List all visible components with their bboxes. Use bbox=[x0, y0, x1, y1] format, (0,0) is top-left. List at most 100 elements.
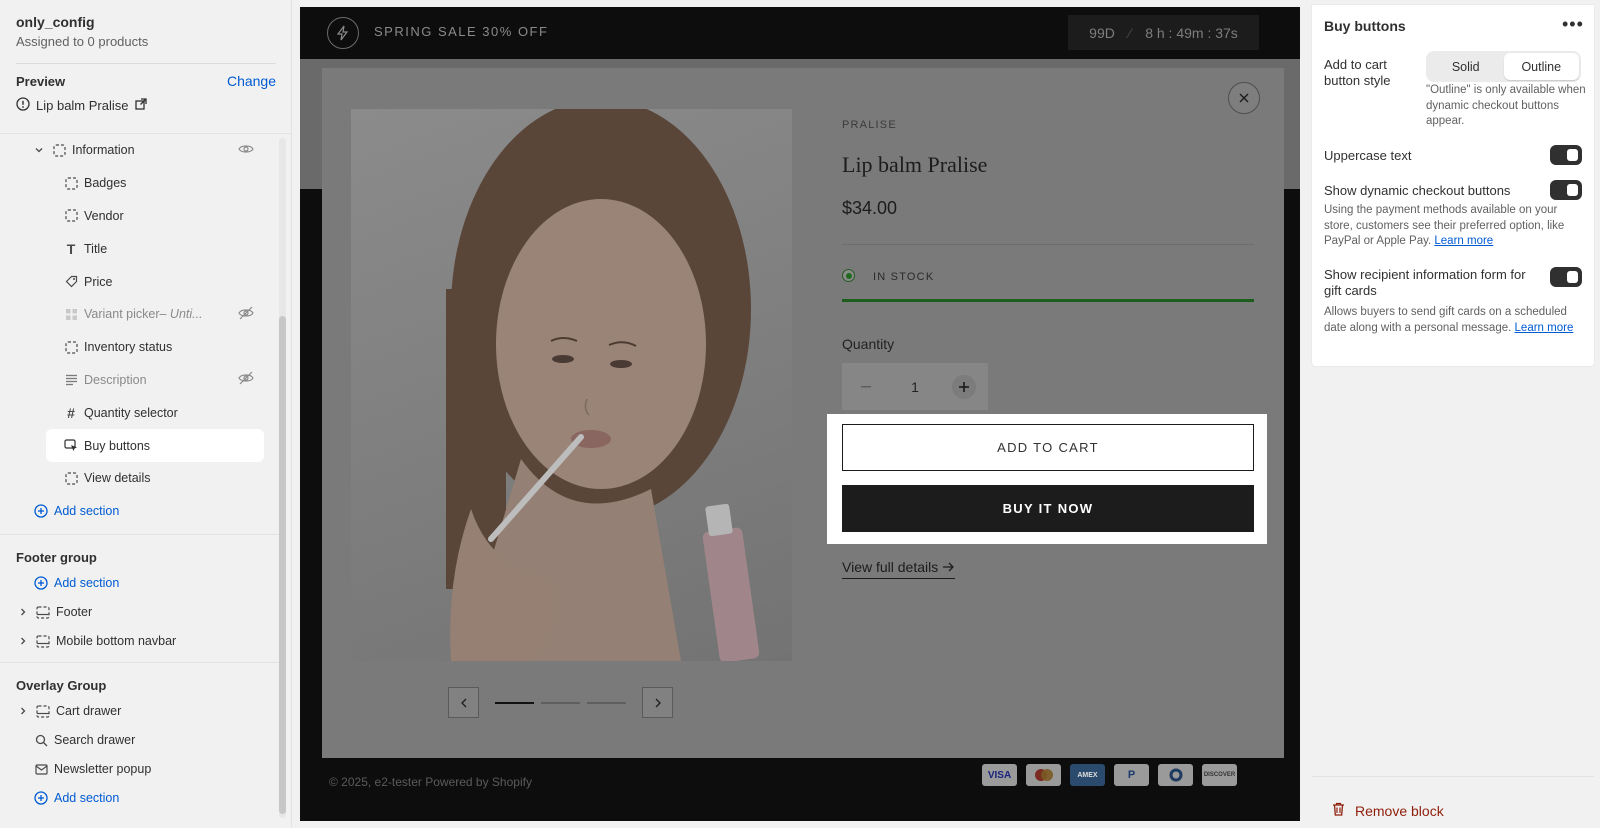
visa-icon: VISA bbox=[982, 764, 1017, 786]
plus-circle-icon bbox=[34, 791, 48, 805]
tree-item-mobile-navbar[interactable]: Mobile bottom navbar bbox=[0, 627, 280, 656]
slider-dot-3[interactable] bbox=[587, 702, 626, 704]
tree-item-variant-picker[interactable]: Variant picker – Unti... bbox=[0, 298, 280, 331]
tree-item-label: Quantity selector bbox=[84, 405, 178, 420]
settings-card: Buy buttons ••• Add to cart button style… bbox=[1312, 5, 1594, 366]
dynamic-checkout-label: Show dynamic checkout buttons bbox=[1324, 183, 1511, 198]
chevron-right-icon[interactable] bbox=[16, 605, 30, 619]
plus-circle-icon bbox=[34, 576, 48, 590]
tree-item-label: Description bbox=[84, 372, 147, 387]
slider-dot-2[interactable] bbox=[541, 702, 580, 704]
divider bbox=[16, 63, 276, 64]
button-style-segmented: Solid Outline bbox=[1426, 51, 1581, 82]
change-preview-link[interactable]: Change bbox=[227, 73, 276, 89]
paypal-icon: P bbox=[1114, 764, 1149, 786]
add-to-cart-button[interactable]: ADD TO CART bbox=[842, 424, 1254, 471]
block-icon bbox=[64, 471, 78, 485]
product-image[interactable] bbox=[351, 109, 792, 661]
config-name: only_config bbox=[16, 14, 95, 30]
add-section-label: Add section bbox=[54, 576, 120, 591]
tree-item-information[interactable]: Information bbox=[0, 134, 280, 167]
eye-icon[interactable] bbox=[238, 143, 254, 158]
product-price: $34.00 bbox=[842, 198, 898, 218]
tree-item-inventory[interactable]: Inventory status bbox=[0, 331, 280, 364]
remove-block-button[interactable]: Remove block bbox=[1332, 802, 1444, 819]
chevron-down-icon[interactable] bbox=[32, 143, 46, 157]
tree-item-label: Buy buttons bbox=[84, 438, 151, 453]
slider-next-button[interactable] bbox=[642, 687, 673, 718]
tree-item-badges[interactable]: Badges bbox=[0, 167, 280, 200]
preview-product[interactable]: Lip balm Pralise bbox=[16, 97, 275, 114]
eye-slash-icon[interactable] bbox=[238, 306, 254, 323]
tree-item-search-drawer[interactable]: Search drawer bbox=[0, 726, 280, 755]
button-style-label: Add to cart button style bbox=[1324, 57, 1391, 88]
hash-icon: # bbox=[67, 404, 75, 421]
block-icon bbox=[64, 340, 78, 354]
announcement-bar: SPRING SALE 30% OFF 99D ⁄ 8 h : 49m : 37… bbox=[300, 7, 1300, 59]
tree-item-cart-drawer[interactable]: Cart drawer bbox=[0, 697, 280, 726]
footer-add-section-button[interactable]: Add section bbox=[0, 569, 280, 598]
eye-slash-icon[interactable] bbox=[238, 371, 254, 388]
sidebar-scrollbar[interactable] bbox=[279, 138, 286, 818]
section-tree: Information Badges Vendor T Title Price … bbox=[0, 134, 280, 813]
learn-more-link[interactable]: Learn more bbox=[1515, 322, 1574, 334]
paragraph-icon bbox=[64, 373, 78, 387]
tree-item-title[interactable]: T Title bbox=[0, 232, 280, 265]
learn-more-link[interactable]: Learn more bbox=[1434, 235, 1493, 247]
chevron-right-icon[interactable] bbox=[16, 704, 30, 718]
countdown-days: 99D bbox=[1089, 24, 1115, 41]
close-icon[interactable] bbox=[1228, 82, 1260, 114]
dynamic-checkout-toggle[interactable] bbox=[1550, 180, 1582, 200]
footer-group-title: Footer group bbox=[16, 549, 97, 565]
tree-item-vendor[interactable]: Vendor bbox=[0, 200, 280, 233]
slider-dot-1[interactable] bbox=[495, 702, 534, 704]
recipient-form-toggle[interactable] bbox=[1550, 267, 1582, 287]
lightning-icon bbox=[327, 17, 359, 49]
chevron-right-icon[interactable] bbox=[16, 634, 30, 648]
countdown-divider: ⁄ bbox=[1128, 24, 1132, 41]
overlay-add-section-button[interactable]: Add section bbox=[0, 784, 280, 813]
view-full-details-link[interactable]: View full details bbox=[842, 559, 956, 579]
preview-label: Preview bbox=[16, 73, 66, 89]
tree-item-label: Price bbox=[84, 274, 113, 289]
tree-item-label: Badges bbox=[84, 176, 127, 191]
plus-circle-icon bbox=[34, 504, 48, 518]
diners-icon bbox=[1158, 764, 1193, 786]
scrollbar-thumb[interactable] bbox=[279, 316, 286, 814]
left-sidebar: only_config Assigned to 0 products Previ… bbox=[0, 0, 292, 828]
quantity-value[interactable]: 1 bbox=[911, 379, 919, 395]
decrease-quantity-button[interactable] bbox=[854, 375, 878, 399]
stock-level-bar bbox=[842, 299, 1254, 302]
slider-prev-button[interactable] bbox=[448, 687, 479, 718]
buy-it-now-button[interactable]: BUY IT NOW bbox=[842, 485, 1254, 532]
mastercard-icon bbox=[1026, 764, 1061, 786]
style-option-outline[interactable]: Outline bbox=[1503, 53, 1579, 80]
tree-item-view-details[interactable]: View details bbox=[0, 462, 280, 495]
price-tag-icon bbox=[64, 275, 78, 289]
quantity-label: Quantity bbox=[842, 336, 895, 352]
add-section-label: Add section bbox=[54, 791, 120, 806]
discover-icon: DISCOVER bbox=[1202, 764, 1237, 786]
tree-item-label: Mobile bottom navbar bbox=[56, 634, 177, 649]
tree-item-quantity[interactable]: # Quantity selector bbox=[0, 396, 280, 429]
style-option-solid[interactable]: Solid bbox=[1428, 53, 1504, 80]
stock-status: IN STOCK bbox=[873, 271, 935, 283]
uppercase-toggle[interactable] bbox=[1550, 145, 1582, 165]
amex-icon: AMEX bbox=[1070, 764, 1105, 786]
tree-item-price[interactable]: Price bbox=[0, 265, 280, 298]
divider bbox=[842, 244, 1254, 245]
increase-quantity-button[interactable] bbox=[951, 374, 976, 399]
quantity-stepper: 1 bbox=[842, 363, 988, 410]
tree-item-label: Inventory status bbox=[84, 340, 173, 355]
tree-item-footer[interactable]: Footer bbox=[0, 598, 280, 627]
footer-layout-icon bbox=[36, 634, 50, 648]
variant-icon bbox=[64, 307, 78, 321]
more-options-icon[interactable]: ••• bbox=[1562, 14, 1584, 35]
tree-item-description[interactable]: Description bbox=[0, 364, 280, 397]
add-section-button[interactable]: Add section bbox=[0, 495, 280, 528]
remove-block-label: Remove block bbox=[1355, 802, 1444, 819]
tree-item-buy-buttons[interactable]: Buy buttons bbox=[46, 429, 264, 462]
external-link-icon[interactable] bbox=[134, 98, 147, 113]
tree-item-newsletter[interactable]: Newsletter popup bbox=[0, 755, 280, 784]
variant-suffix: – Unti... bbox=[159, 307, 203, 322]
